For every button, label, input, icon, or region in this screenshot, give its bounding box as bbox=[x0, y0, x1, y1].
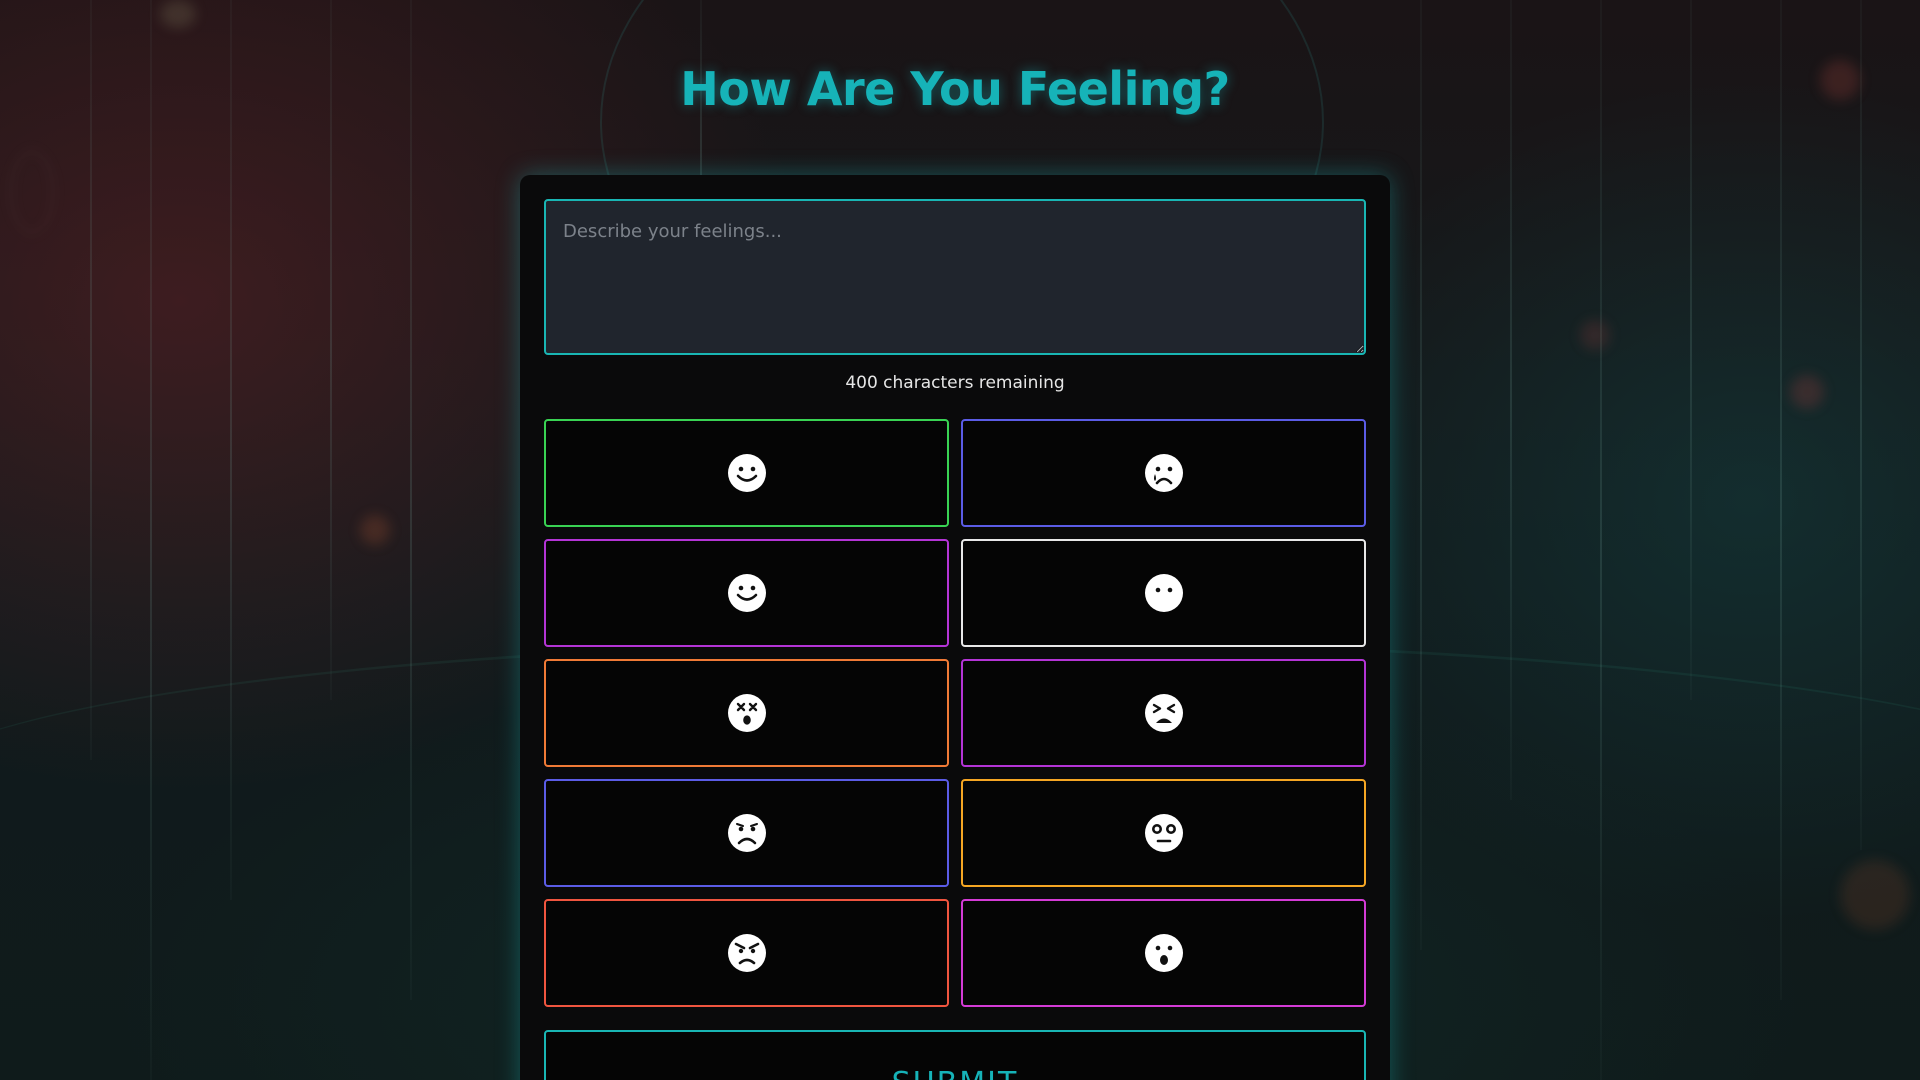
mood-button-content[interactable] bbox=[544, 539, 949, 647]
submit-button[interactable]: SUBMIT bbox=[544, 1030, 1366, 1080]
sad-face-icon bbox=[727, 814, 766, 852]
mood-button-happy[interactable] bbox=[544, 419, 949, 527]
tired-face-icon bbox=[1144, 694, 1183, 732]
mood-button-tired[interactable] bbox=[961, 659, 1366, 767]
mood-form-card: 400 characters remaining bbox=[520, 175, 1390, 1080]
surprised-face-icon bbox=[1144, 934, 1183, 972]
feelings-input[interactable] bbox=[544, 199, 1366, 355]
blushing-smile-icon bbox=[727, 574, 766, 612]
flushed-face-icon bbox=[1144, 814, 1183, 852]
page-title: How Are You Feeling? bbox=[680, 62, 1230, 116]
mood-button-crying[interactable] bbox=[961, 419, 1366, 527]
angry-face-icon bbox=[727, 934, 766, 972]
mood-button-neutral[interactable] bbox=[961, 539, 1366, 647]
neutral-face-icon bbox=[1144, 574, 1183, 612]
mood-grid bbox=[544, 419, 1366, 1007]
crying-face-icon bbox=[1144, 454, 1183, 492]
mood-button-surprised[interactable] bbox=[961, 899, 1366, 1007]
mood-button-shocked[interactable] bbox=[961, 779, 1366, 887]
mood-button-dizzy[interactable] bbox=[544, 659, 949, 767]
dizzy-face-icon bbox=[727, 694, 766, 732]
char-counter: 400 characters remaining bbox=[845, 373, 1065, 393]
mood-button-angry[interactable] bbox=[544, 899, 949, 1007]
mood-button-sad[interactable] bbox=[544, 779, 949, 887]
smiling-face-icon bbox=[727, 454, 766, 492]
